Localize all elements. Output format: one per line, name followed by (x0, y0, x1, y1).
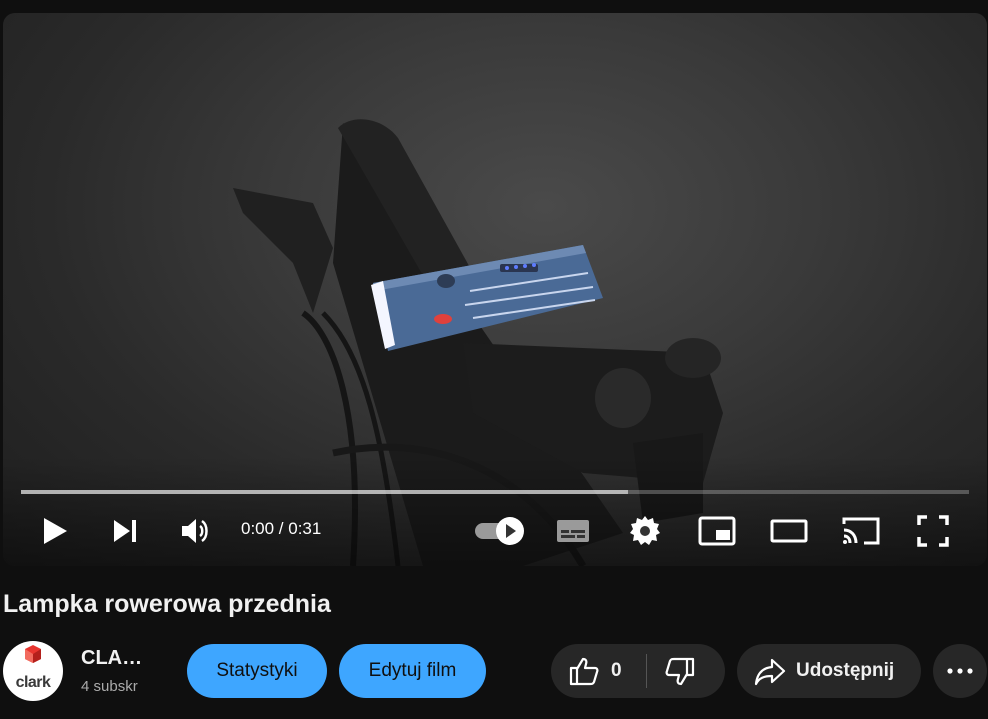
autoplay-toggle[interactable] (473, 509, 527, 553)
like-icon (569, 657, 599, 686)
progress-bar[interactable] (21, 490, 969, 494)
clark-logo-icon (25, 645, 41, 663)
next-icon (114, 520, 136, 542)
like-dislike-group: 0 (551, 644, 725, 698)
like-button[interactable]: 0 (551, 644, 646, 698)
like-count: 0 (611, 660, 622, 681)
play-icon (44, 518, 67, 544)
cast-icon (842, 517, 880, 545)
fullscreen-icon (917, 515, 949, 547)
fullscreen-button[interactable] (911, 509, 955, 553)
share-icon (754, 658, 786, 686)
next-button[interactable] (103, 509, 147, 553)
miniplayer-icon (698, 516, 736, 546)
channel-name[interactable]: CLA… (81, 647, 147, 670)
dislike-button[interactable] (647, 644, 725, 698)
share-label: Udostępnij (796, 660, 895, 681)
more-actions-button[interactable] (933, 644, 987, 698)
video-player[interactable]: 0:00 / 0:31 (3, 13, 987, 566)
progress-buffered (21, 490, 628, 494)
theater-button[interactable] (767, 509, 811, 553)
dislike-icon (665, 657, 695, 686)
volume-button[interactable] (174, 509, 218, 553)
time-display: 0:00 / 0:31 (241, 519, 322, 538)
stats-button[interactable]: Statystyki (187, 644, 327, 698)
avatar[interactable]: clark (3, 641, 63, 701)
share-button[interactable]: Udostępnij (737, 644, 921, 698)
more-icon (947, 668, 973, 674)
subtitles-button[interactable] (551, 509, 595, 553)
avatar-text: clark (15, 674, 51, 691)
edit-video-button[interactable]: Edytuj film (339, 644, 486, 698)
autoplay-toggle-icon (475, 517, 524, 545)
miniplayer-button[interactable] (695, 509, 739, 553)
cast-button[interactable] (839, 509, 883, 553)
theater-icon (770, 519, 808, 543)
subtitles-icon (557, 520, 589, 542)
video-title: Lampka rowerowa przednia (3, 590, 331, 618)
settings-button[interactable] (623, 509, 667, 553)
play-button[interactable] (33, 509, 77, 553)
volume-icon (182, 519, 208, 543)
subscriber-count: 4 subskr (81, 678, 138, 695)
settings-icon (630, 516, 660, 545)
